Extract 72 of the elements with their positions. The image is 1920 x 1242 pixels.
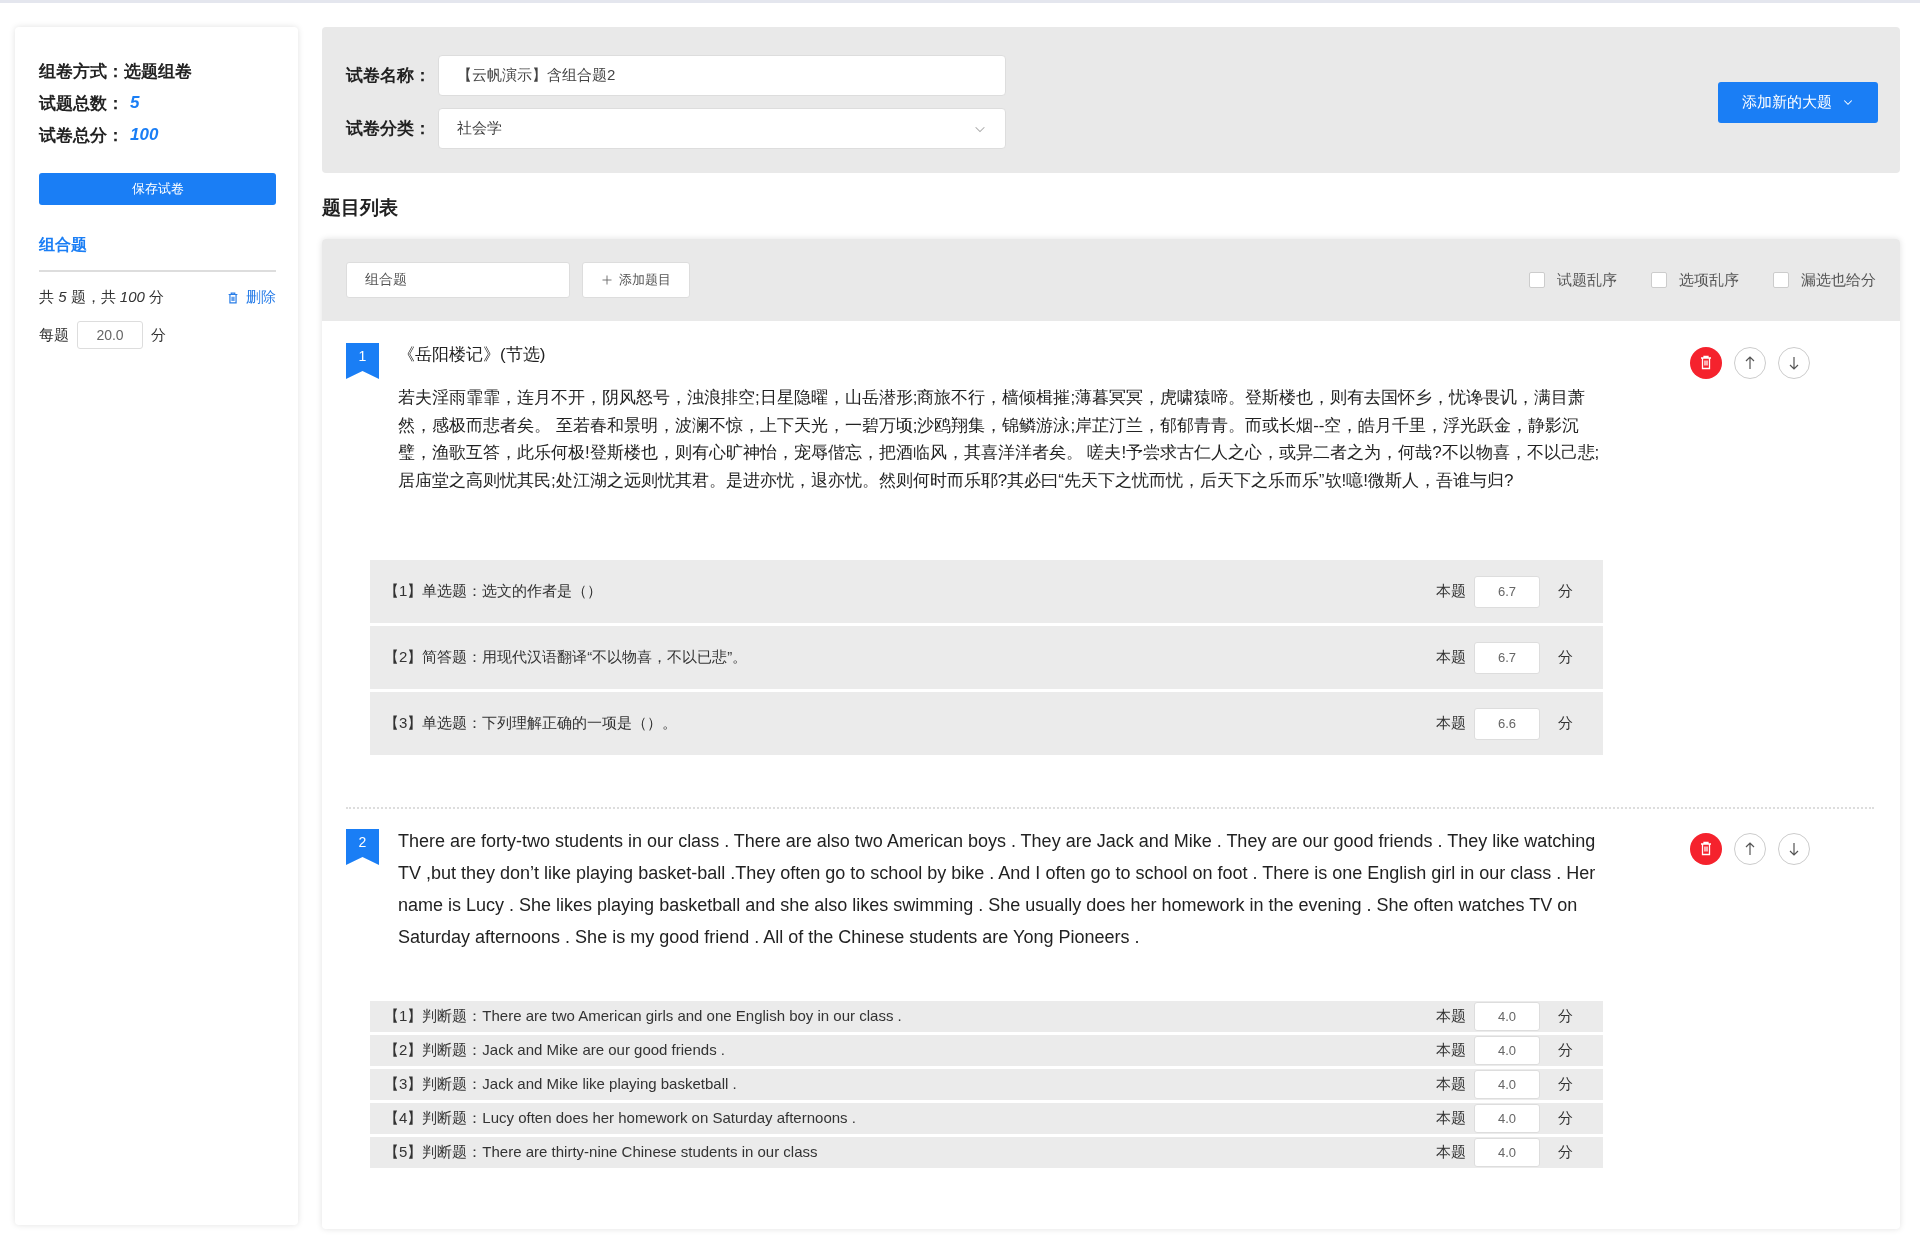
score-input[interactable]: 4.0: [1474, 1036, 1540, 1065]
field-value: 5: [130, 93, 140, 113]
checkbox-label[interactable]: 选项乱序: [1679, 270, 1739, 290]
arrow-down-icon[interactable]: [1778, 347, 1810, 379]
question-number: 2: [346, 829, 379, 865]
score-input[interactable]: 4.0: [1474, 1138, 1540, 1167]
field-label: 试题总数：: [39, 92, 124, 115]
unit-label: 分: [1558, 582, 1573, 601]
score-input[interactable]: 4.0: [1474, 1104, 1540, 1133]
field-label: 每题: [39, 325, 69, 345]
name-input[interactable]: 【云帆演示】含组合题2: [438, 55, 1006, 96]
passage-text: 若夫淫雨霏霏，连月不开，阴风怒号，浊浪排空;日星隐曜，山岳潜形;商旅不行，樯倾楫摧;薄暮冥冥，虎啸猿啼。登斯楼也，则有去国怀乡，忧谗畏讥，满目萧然，感极而悲者矣。 至若春和景明，波澜不惊，上下天光，一碧万顷;沙鸥翔集，锦鳞游泳;岸芷汀兰，郁郁青青。而或长烟--空，皓月千里，浮光跃金，静影沉璧，渔歌互答，此乐何极!登斯楼也，则有心旷神怡，宠辱偕忘，把酒临风，其喜洋洋者矣。 嗟夫!予尝求古仁人之心，或异二者之为，何哉?不以物喜，不以己悲;居庙堂之高则忧其民;处江湖之远则忧其君。是进亦忧，退亦忧。然则何时而乐耶?其必曰“先天下之忧而忧，后天下之乐而乐”欤!噫!微斯人，吾谁与归?: [398, 387, 1601, 492]
score-input[interactable]: 6.7: [1474, 575, 1540, 608]
checkbox[interactable]: [1529, 272, 1545, 288]
field-label: 试卷总分：: [39, 124, 124, 147]
add-question-button[interactable]: 添加题目: [582, 262, 690, 298]
arrow-up-icon[interactable]: [1734, 833, 1766, 865]
subquestion-text: 【3】单选题：下列理解正确的一项是（）。: [384, 714, 679, 733]
score-label: 本题: [1436, 1143, 1466, 1162]
unit-label: 分: [1558, 1075, 1573, 1094]
score-label: 本题: [1436, 1109, 1466, 1128]
summary-text: 共 5 题，共 100 分: [39, 288, 165, 307]
passage-text: There are forty-two students in our class . There are also two American boys . They are Jack and Mike . They are our good friends . They like watching TV ,but they don’t like playing basket-ball .They often go to school by bike . And I often go to school on foot . There is one English girl in our class . Her name is Lucy . She likes playing basketball and she also likes swimming . She usually does her homework in the evening . She often watches TV on Saturday afternoons . She is my good friend . All of the Chinese students are Yong Pioneers .: [398, 830, 1597, 949]
category-select[interactable]: 社会学: [438, 108, 1006, 149]
plus-icon: [601, 274, 613, 286]
checkbox-label[interactable]: 漏选也给分: [1801, 270, 1876, 290]
score-input[interactable]: 20.0: [77, 321, 143, 349]
field-label: 试卷分类：: [346, 118, 432, 140]
arrow-up-icon[interactable]: [1734, 347, 1766, 379]
field-value: 100: [130, 125, 159, 145]
subquestion-text: 【1】单选题：选文的作者是（）: [384, 582, 604, 601]
section-link[interactable]: 组合题: [39, 235, 276, 272]
delete-icon[interactable]: [1690, 833, 1722, 865]
checkbox[interactable]: [1651, 272, 1667, 288]
unit-label: 分: [1558, 714, 1573, 733]
question-title: 《岳阳楼记》(节选): [398, 344, 547, 366]
score-input[interactable]: 4.0: [1474, 1070, 1540, 1099]
score-label: 本题: [1436, 648, 1466, 667]
trash-icon: [226, 290, 240, 305]
section-heading: 题目列表: [322, 196, 399, 220]
subquestion-text: 【1】判断题：There are two American girls and one English boy in our class .: [384, 1007, 903, 1026]
score-label: 本题: [1436, 1007, 1466, 1026]
subquestion-text: 【2】判断题：Jack and Mike are our good friends .: [384, 1041, 726, 1060]
field-label: 试卷名称：: [346, 65, 432, 87]
save-button[interactable]: 保存试卷: [39, 173, 276, 205]
subquestion-text: 【4】判断题：Lucy often does her homework on Saturday afternoons .: [384, 1109, 857, 1128]
subquestion-text: 【5】判断题：There are thirty-nine Chinese students in our class: [384, 1143, 819, 1162]
unit-label: 分: [1558, 1109, 1573, 1128]
checkbox[interactable]: [1773, 272, 1789, 288]
subquestion-text: 【2】简答题：用现代汉语翻译“不以物喜，不以已悲”。: [384, 648, 749, 667]
score-label: 本题: [1436, 714, 1466, 733]
unit-label: 分: [1558, 648, 1573, 667]
checkbox-label[interactable]: 试题乱序: [1557, 270, 1617, 290]
field-label: 组卷方式：: [39, 60, 124, 83]
unit-label: 分: [1558, 1143, 1573, 1162]
question-number: 1: [346, 343, 379, 379]
score-label: 本题: [1436, 1041, 1466, 1060]
arrow-down-icon[interactable]: [1778, 833, 1810, 865]
delete-icon[interactable]: [1690, 347, 1722, 379]
score-label: 本题: [1436, 1075, 1466, 1094]
group-name-input[interactable]: 组合题: [346, 262, 570, 298]
unit-label: 分: [151, 325, 166, 345]
field-value: 选题组卷: [124, 60, 192, 83]
subquestion-text: 【3】判断题：Jack and Mike like playing basketball .: [384, 1075, 738, 1094]
unit-label: 分: [1558, 1041, 1573, 1060]
score-input[interactable]: 6.7: [1474, 641, 1540, 674]
score-label: 本题: [1436, 582, 1466, 601]
unit-label: 分: [1558, 1007, 1573, 1026]
add-section-button[interactable]: 添加新的大题: [1718, 81, 1878, 123]
delete-link[interactable]: 删除: [226, 288, 276, 307]
score-input[interactable]: 4.0: [1474, 1002, 1540, 1031]
score-input[interactable]: 6.6: [1474, 707, 1540, 740]
